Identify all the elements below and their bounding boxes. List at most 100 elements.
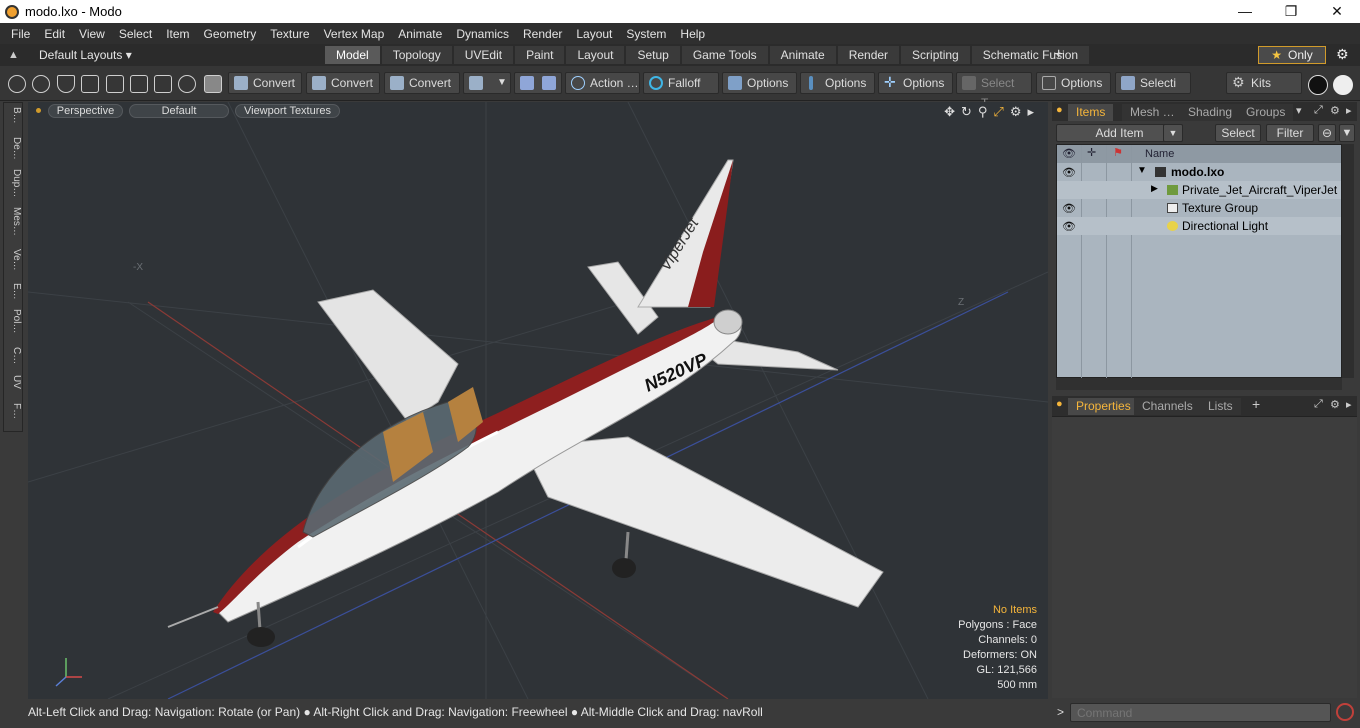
expand-arrow-icon[interactable]: ▼ bbox=[1137, 165, 1147, 176]
material-select-icon[interactable] bbox=[178, 75, 196, 93]
symmetry-dropdown[interactable]: ▼ bbox=[463, 72, 511, 94]
viewport-gear-icon[interactable]: ⚙ bbox=[1010, 104, 1022, 120]
expand-panel-icon[interactable]: ⤢ bbox=[1314, 398, 1323, 411]
polygons-select-icon[interactable] bbox=[81, 75, 99, 93]
center-select-icon[interactable] bbox=[154, 75, 172, 93]
select-button[interactable]: Select bbox=[1215, 124, 1261, 142]
menu-animate[interactable]: Animate bbox=[391, 27, 449, 41]
edges-select-icon[interactable] bbox=[57, 75, 75, 93]
expand-panel-icon[interactable]: ⤢ bbox=[1314, 104, 1323, 117]
tab-schematic-fusion[interactable]: Schematic Fusion bbox=[971, 46, 1090, 64]
menu-file[interactable]: File bbox=[4, 27, 37, 41]
perspective-dropdown[interactable]: Perspective bbox=[48, 104, 123, 118]
options-button-4[interactable]: Options bbox=[1036, 72, 1111, 94]
rotate-icon[interactable]: ↻ bbox=[961, 104, 972, 120]
snapping-buttons[interactable] bbox=[514, 72, 562, 94]
globe-icon[interactable] bbox=[32, 75, 50, 93]
panel-dot-icon[interactable]: ● bbox=[1056, 104, 1063, 116]
tabs-dropdown-icon[interactable]: ▾ bbox=[1296, 104, 1302, 117]
tab-channels[interactable]: Channels bbox=[1134, 398, 1201, 415]
tab-render[interactable]: Render bbox=[837, 46, 900, 64]
filter-button[interactable]: Filter bbox=[1266, 124, 1314, 142]
left-tab-mesh-edit[interactable]: Mes… bbox=[4, 207, 22, 236]
viewport-menu-dot[interactable] bbox=[36, 108, 41, 113]
add-tab-icon[interactable]: + bbox=[1054, 46, 1063, 64]
layout-collapse-icon[interactable]: ▲ bbox=[8, 49, 19, 61]
kits-button[interactable]: ⚙ Kits bbox=[1226, 72, 1302, 94]
unity-icon[interactable] bbox=[1308, 75, 1328, 95]
left-tab-edge[interactable]: E… bbox=[4, 283, 22, 300]
tree-row-texture-group[interactable]: 👁 Texture Group bbox=[1057, 199, 1341, 217]
visibility-eye-icon[interactable]: 👁 bbox=[1062, 202, 1076, 215]
zoom-search-icon[interactable]: ⚲ bbox=[978, 104, 988, 120]
tab-uvedit[interactable]: UVEdit bbox=[453, 46, 514, 64]
menu-geometry[interactable]: Geometry bbox=[197, 27, 264, 41]
left-tab-vertex[interactable]: Ve… bbox=[4, 249, 22, 271]
name-column-header[interactable]: Name bbox=[1145, 148, 1174, 160]
tab-lists[interactable]: Lists bbox=[1200, 398, 1241, 415]
vertices-select-icon[interactable] bbox=[8, 75, 26, 93]
pan-move-icon[interactable]: ✥ bbox=[944, 104, 955, 120]
funnel-filter-icon[interactable]: ▼ bbox=[1339, 124, 1355, 142]
options-button-1[interactable]: Options bbox=[722, 72, 797, 94]
menu-layout[interactable]: Layout bbox=[569, 27, 619, 41]
tab-groups[interactable]: Groups bbox=[1238, 104, 1294, 121]
tab-items[interactable]: Items bbox=[1068, 104, 1114, 121]
panel-arrow-icon[interactable]: ▸ bbox=[1346, 398, 1352, 411]
left-tab-fusion[interactable]: F… bbox=[4, 403, 22, 419]
left-tab-curve[interactable]: C… bbox=[4, 347, 22, 364]
tree-row-mesh[interactable]: ▶ Private_Jet_Aircraft_ViperJet bbox=[1057, 181, 1341, 199]
visibility-eye-icon[interactable]: 👁 bbox=[1062, 220, 1076, 233]
convert-button-3[interactable]: Convert bbox=[384, 72, 460, 94]
collapse-arrow-icon[interactable]: ▶ bbox=[1151, 183, 1158, 194]
menu-item[interactable]: Item bbox=[159, 27, 196, 41]
panel-arrow-icon[interactable]: ▸ bbox=[1346, 104, 1352, 117]
add-item-dropdown-icon[interactable]: ▼ bbox=[1163, 124, 1183, 142]
panel-dot-icon[interactable]: ● bbox=[1056, 398, 1063, 410]
3d-viewport[interactable]: -X Z ViperJet N520VP Perspective Default… bbox=[28, 102, 1048, 699]
tab-properties[interactable]: Properties bbox=[1068, 398, 1139, 415]
panel-gear-icon[interactable]: ⚙ bbox=[1330, 104, 1340, 117]
viewport-textures-dropdown[interactable]: Viewport Textures bbox=[235, 104, 340, 118]
menu-select[interactable]: Select bbox=[112, 27, 159, 41]
maximize-button[interactable]: ❐ bbox=[1268, 0, 1314, 23]
unreal-icon[interactable] bbox=[1333, 75, 1353, 95]
convert-button-1[interactable]: Convert bbox=[228, 72, 302, 94]
visibility-eye-icon[interactable]: 👁 bbox=[1062, 166, 1076, 179]
minimize-button[interactable]: — bbox=[1222, 0, 1268, 23]
only-button[interactable]: ★ Only bbox=[1258, 46, 1326, 64]
falloff-button[interactable]: Falloff bbox=[643, 72, 719, 94]
viewport-arrow-icon[interactable]: ▸ bbox=[1027, 104, 1034, 120]
tab-game-tools[interactable]: Game Tools bbox=[681, 46, 768, 64]
items-select-icon[interactable] bbox=[106, 75, 124, 93]
tab-topology[interactable]: Topology bbox=[381, 46, 452, 64]
menu-system[interactable]: System bbox=[619, 27, 673, 41]
left-tab-basic[interactable]: B… bbox=[4, 107, 22, 124]
record-macro-icon[interactable] bbox=[1336, 703, 1354, 721]
menu-dynamics[interactable]: Dynamics bbox=[449, 27, 516, 41]
menu-texture[interactable]: Texture bbox=[263, 27, 316, 41]
tree-vertical-scrollbar[interactable] bbox=[1342, 144, 1354, 378]
shading-style-dropdown[interactable]: Default bbox=[129, 104, 229, 118]
close-button[interactable]: ✕ bbox=[1314, 0, 1360, 23]
select-through-button[interactable]: Select T… bbox=[956, 72, 1032, 110]
collapse-list-icon[interactable]: ⊖ bbox=[1318, 124, 1336, 142]
default-layouts-dropdown[interactable]: Default Layouts ▾ bbox=[39, 48, 132, 62]
menu-help[interactable]: Help bbox=[673, 27, 712, 41]
menu-edit[interactable]: Edit bbox=[37, 27, 72, 41]
convert-button-2[interactable]: Convert bbox=[306, 72, 380, 94]
gear-icon[interactable]: ⚙ bbox=[1336, 46, 1349, 63]
selection-sets-button[interactable]: Selecti … bbox=[1115, 72, 1191, 110]
tree-row-light[interactable]: 👁 Directional Light bbox=[1057, 217, 1341, 235]
tab-setup[interactable]: Setup bbox=[626, 46, 680, 64]
command-input[interactable] bbox=[1070, 703, 1331, 722]
maximize-viewport-icon[interactable]: ⤢ bbox=[993, 104, 1003, 120]
tab-model[interactable]: Model bbox=[325, 46, 380, 64]
tab-animate[interactable]: Animate bbox=[769, 46, 836, 64]
tab-scripting[interactable]: Scripting bbox=[901, 46, 970, 64]
menu-vertex-map[interactable]: Vertex Map bbox=[317, 27, 392, 41]
left-tab-deform[interactable]: De… bbox=[4, 137, 22, 160]
menu-view[interactable]: View bbox=[72, 27, 112, 41]
action-center-button[interactable]: Action … bbox=[565, 72, 640, 94]
left-tab-uv[interactable]: UV bbox=[4, 375, 22, 389]
